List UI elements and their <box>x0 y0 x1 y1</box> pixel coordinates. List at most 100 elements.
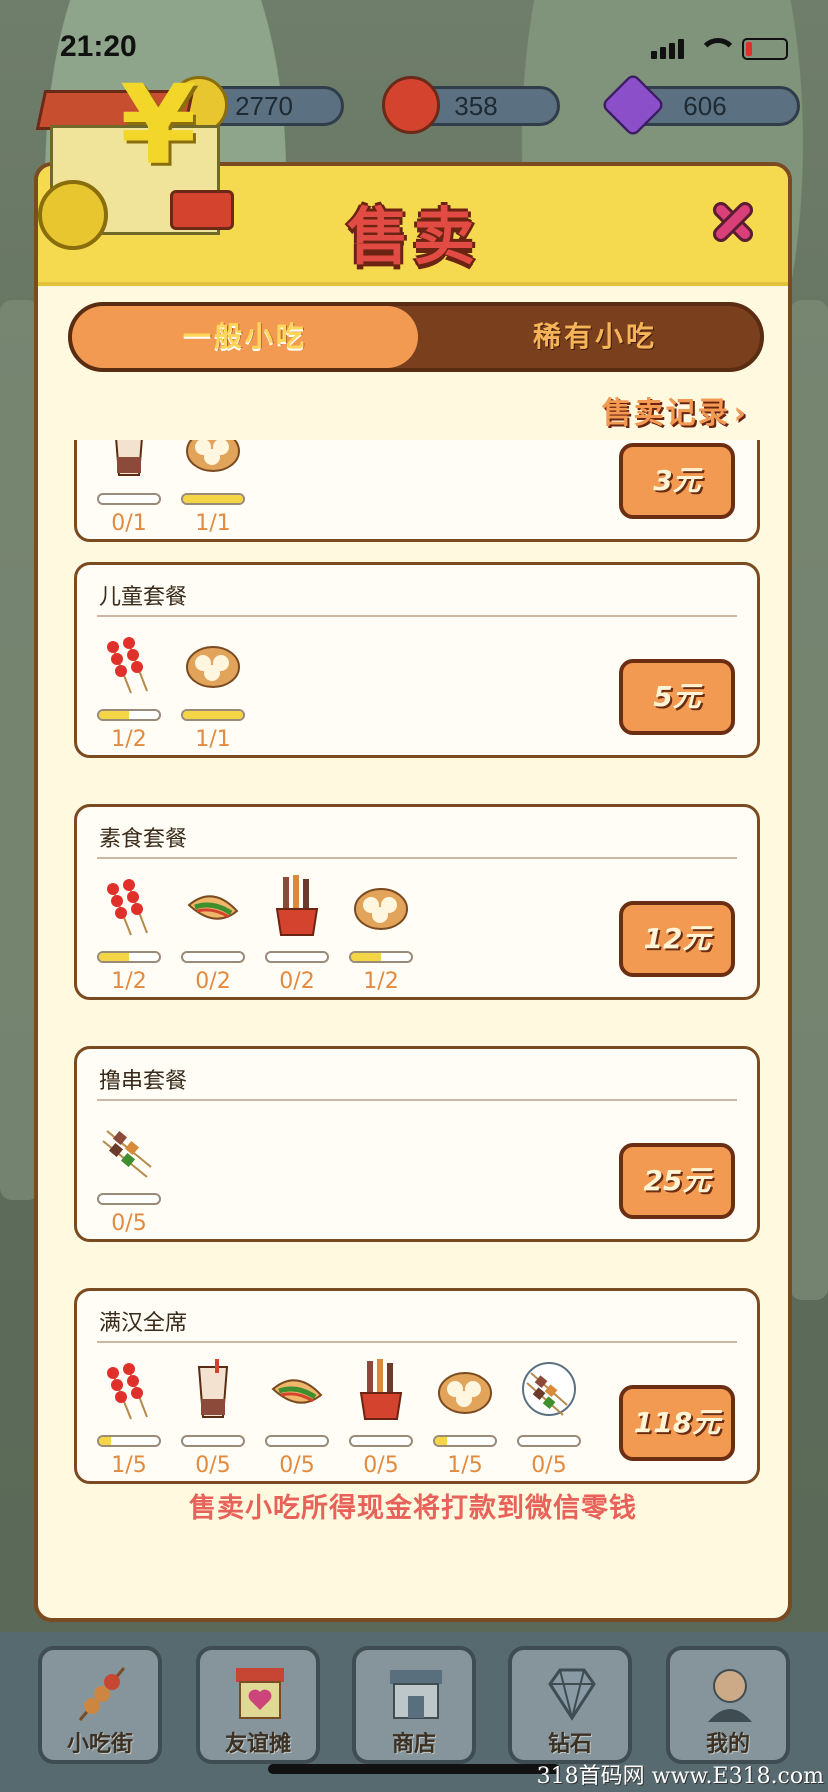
nav-profile[interactable]: 我的 <box>666 1646 790 1764</box>
progress-bar <box>97 493 161 505</box>
combo-list[interactable]: 0/1 1/1 3元 儿童套餐 1/2 1/1 5元 素食套餐 1/2 0/2 … <box>74 440 760 1500</box>
sell-price-button[interactable]: 3元 <box>619 443 735 519</box>
combo-name: 素食套餐 <box>99 827 188 852</box>
resource-bar: 2770 358 606 <box>170 72 810 138</box>
combo-item: 0/1 <box>97 440 161 541</box>
combo-item: 0/5 <box>265 1357 329 1483</box>
progress-bar <box>181 493 245 505</box>
item-count: 0/5 <box>195 1453 231 1478</box>
item-count: 0/5 <box>531 1453 567 1478</box>
tab-common-snacks[interactable]: 一般小吃 <box>72 306 418 368</box>
progress-bar <box>433 1435 497 1447</box>
bubble-tea-icon <box>101 440 157 479</box>
combo-items: 1/2 0/2 0/2 1/2 <box>97 873 597 999</box>
shop-building-illustration: ¥ <box>30 70 240 260</box>
payout-notice: 售卖小吃所得现金将打款到微信零钱 <box>189 1493 637 1524</box>
item-count: 1/2 <box>111 969 147 994</box>
combo-item: 1/5 <box>97 1357 161 1483</box>
item-count: 0/2 <box>279 969 315 994</box>
close-button[interactable] <box>704 194 760 250</box>
sales-records-label: 售卖记录 <box>601 396 730 431</box>
combo-items: 1/2 1/1 <box>97 631 597 757</box>
nav-snack-street[interactable]: 小吃街 <box>38 1646 162 1764</box>
combo-item: 0/5 <box>517 1357 581 1483</box>
candied-haws-icon <box>101 1359 157 1421</box>
nav-store[interactable]: 商店 <box>352 1646 476 1764</box>
item-count: 1/1 <box>195 511 231 536</box>
combo-name: 撸串套餐 <box>99 1069 188 1094</box>
nav-label: 我的 <box>705 1732 750 1757</box>
sales-records-link[interactable]: 售卖记录 › <box>601 388 748 431</box>
steamed-bun-icon <box>185 440 241 479</box>
divider <box>97 857 737 859</box>
combo-item: 1/5 <box>433 1357 497 1483</box>
signal-icon <box>651 39 684 59</box>
divider <box>97 615 737 617</box>
sell-price-button[interactable]: 118元 <box>619 1385 735 1461</box>
progress-bar <box>265 951 329 963</box>
item-count: 1/5 <box>447 1453 483 1478</box>
combo-card: 撸串套餐 0/5 25元 <box>74 1046 760 1242</box>
combo-name: 儿童套餐 <box>99 585 188 610</box>
combo-item: 0/5 <box>97 1115 161 1241</box>
progress-bar <box>181 951 245 963</box>
item-count: 1/2 <box>111 727 147 752</box>
nav-friendship-stall[interactable]: 友谊摊 <box>196 1646 320 1764</box>
yen-sign-icon: ¥ <box>120 61 197 189</box>
candied-haws-icon <box>101 633 157 695</box>
coin-value: 2770 <box>235 91 293 121</box>
combo-name: 满汉全席 <box>99 1311 188 1336</box>
progress-bar <box>349 1435 413 1447</box>
kebab-icon <box>521 1359 577 1421</box>
home-indicator[interactable] <box>268 1764 560 1774</box>
progress-bar <box>181 709 245 721</box>
system-icons <box>651 38 788 60</box>
sell-dialog: 售卖 一般小吃 稀有小吃 售卖记录 › 0/1 1/1 3元 儿童套餐 1/2 … <box>34 162 792 1622</box>
progress-bar <box>517 1435 581 1447</box>
combo-item: 1/2 <box>97 631 161 757</box>
combo-card: 素食套餐 1/2 0/2 0/2 1/2 12元 <box>74 804 760 1000</box>
coin-icon <box>38 180 108 250</box>
lantern-value: 358 <box>454 91 498 121</box>
sell-price-button[interactable]: 5元 <box>619 659 735 735</box>
diamond-value: 606 <box>683 91 727 121</box>
progress-bar <box>265 1435 329 1447</box>
nav-label: 小吃街 <box>66 1732 133 1757</box>
profile-icon <box>708 1669 752 1722</box>
item-count: 0/1 <box>111 511 147 536</box>
wifi-icon <box>698 38 738 60</box>
nav-diamond[interactable]: 钻石 <box>508 1646 632 1764</box>
skewer-bucket-icon <box>353 1359 409 1421</box>
item-count: 1/2 <box>363 969 399 994</box>
progress-bar <box>97 1193 161 1205</box>
sell-price-button[interactable]: 12元 <box>619 901 735 977</box>
divider <box>97 1099 737 1101</box>
chevron-right-icon: › <box>733 396 748 431</box>
item-count: 0/5 <box>111 1211 147 1236</box>
background-building-right <box>790 300 828 1300</box>
combo-card: 满汉全席 1/5 0/5 0/5 0/5 1/5 0/5 118元 <box>74 1288 760 1484</box>
battery-icon <box>742 38 788 60</box>
progress-bar <box>181 1435 245 1447</box>
item-count: 0/5 <box>363 1453 399 1478</box>
tab-rare-snacks[interactable]: 稀有小吃 <box>422 306 768 368</box>
sell-price-button[interactable]: 25元 <box>619 1143 735 1219</box>
combo-item: 0/2 <box>265 873 329 999</box>
skewer-bucket-icon <box>269 875 325 937</box>
combo-item: 0/5 <box>181 1357 245 1483</box>
item-count: 0/2 <box>195 969 231 994</box>
item-count: 1/5 <box>111 1453 147 1478</box>
nav-label: 钻石 <box>547 1732 592 1757</box>
combo-item: 1/2 <box>349 873 413 999</box>
combo-items: 0/5 <box>97 1115 597 1241</box>
store-icon <box>390 1670 442 1719</box>
watermark: 318首码网 www.E318.com <box>536 1764 824 1789</box>
heart-stall-icon <box>236 1668 284 1719</box>
progress-bar <box>97 951 161 963</box>
combo-card: 儿童套餐 1/2 1/1 5元 <box>74 562 760 758</box>
item-count: 0/5 <box>279 1453 315 1478</box>
lantern-icon <box>382 76 440 134</box>
skewer-icon <box>78 1667 126 1721</box>
progress-bar <box>349 951 413 963</box>
combo-item: 1/1 <box>181 631 245 757</box>
